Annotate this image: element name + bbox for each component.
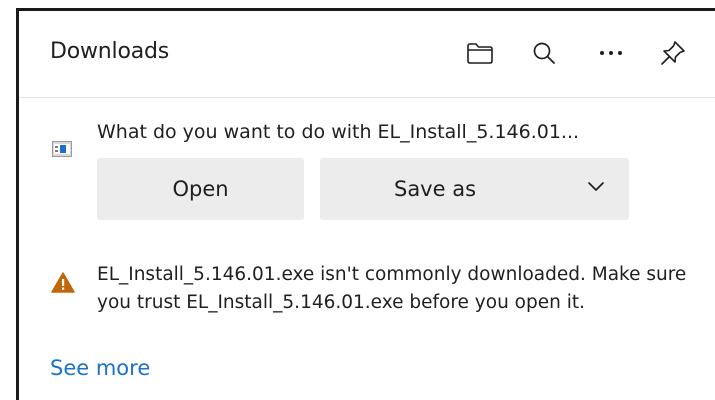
warning-message: EL_Install_5.146.01.exe isn't commonly d… xyxy=(97,264,687,313)
folder-icon xyxy=(467,43,493,64)
open-downloads-folder-button[interactable] xyxy=(460,33,500,73)
search-downloads-button[interactable] xyxy=(524,33,564,73)
downloads-panel: Downloads What do you want to do with EL… xyxy=(16,8,715,400)
see-more-link[interactable]: See more xyxy=(50,356,150,380)
more-icon xyxy=(600,51,622,55)
search-icon xyxy=(533,42,555,64)
installer-file-icon xyxy=(52,141,72,157)
save-as-button[interactable]: Save as xyxy=(320,158,629,220)
open-button[interactable]: Open xyxy=(97,158,304,220)
download-question: What do you want to do with EL_Install_5… xyxy=(97,121,580,143)
pin-icon xyxy=(661,41,685,65)
pin-panel-button[interactable] xyxy=(653,33,693,73)
warning-triangle-icon xyxy=(51,272,75,293)
open-button-label: Open xyxy=(172,177,229,201)
more-options-button[interactable] xyxy=(591,33,631,73)
panel-header: Downloads xyxy=(19,11,715,98)
save-as-button-label: Save as xyxy=(393,177,477,201)
panel-title: Downloads xyxy=(50,39,170,64)
chevron-down-icon[interactable] xyxy=(587,180,605,192)
